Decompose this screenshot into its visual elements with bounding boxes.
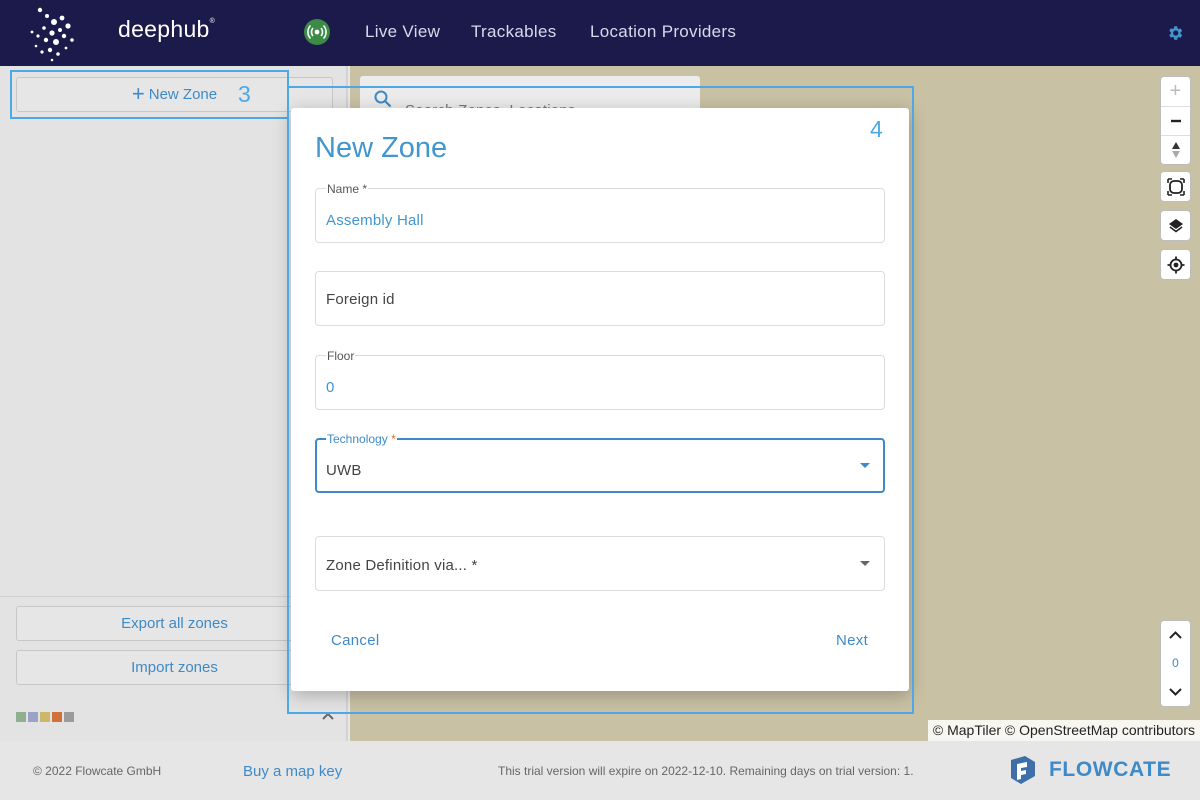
layers-button[interactable]: [1161, 211, 1190, 240]
annotation-number-3: 3: [238, 81, 251, 107]
app-header: deephub® Live View Trackables Location P…: [0, 0, 1200, 66]
fullscreen-button[interactable]: [1161, 172, 1190, 201]
legend-swatch: [52, 712, 62, 722]
trial-notice: This trial version will expire on 2022-1…: [498, 764, 914, 778]
fullscreen-icon: [1166, 177, 1185, 196]
gear-icon[interactable]: [1166, 24, 1184, 42]
app-footer: © 2022 Flowcate GmbH Buy a map key This …: [0, 741, 1200, 800]
annotation-number-4: 4: [870, 116, 883, 142]
compass-icon: [1171, 142, 1180, 158]
zoom-out-button[interactable]: [1161, 106, 1190, 135]
locate-icon: [1167, 256, 1184, 273]
export-zones-button[interactable]: Export all zones: [16, 606, 333, 641]
export-zones-label: Export all zones: [121, 615, 228, 632]
color-legend: [16, 712, 74, 722]
import-zones-label: Import zones: [131, 659, 218, 676]
layers-icon: [1168, 218, 1183, 232]
buy-map-key-link[interactable]: Buy a map key: [243, 763, 342, 780]
floor-up-icon[interactable]: [1161, 621, 1190, 649]
legend-swatch: [16, 712, 26, 722]
minus-icon: [1170, 119, 1181, 123]
zoom-in-button[interactable]: +: [1161, 77, 1190, 106]
locate-control: [1160, 249, 1191, 280]
annotation-box-4: [287, 86, 914, 714]
floor-selector: 0: [1160, 620, 1191, 707]
layers-control: [1160, 210, 1191, 241]
deephub-logo-icon: [30, 7, 74, 62]
legend-swatch: [64, 712, 74, 722]
locate-button[interactable]: [1161, 250, 1190, 279]
nav-live-view[interactable]: Live View: [365, 22, 440, 42]
zoom-controls: +: [1160, 76, 1191, 165]
deephub-logo[interactable]: deephub®: [30, 2, 215, 64]
legend-swatch: [28, 712, 38, 722]
import-zones-button[interactable]: Import zones: [16, 650, 333, 685]
copyright-text: © 2022 Flowcate GmbH: [33, 764, 162, 778]
flowcate-brand: FLOWCATE: [1049, 758, 1172, 781]
floor-value: 0: [1172, 656, 1179, 670]
map-attribution[interactable]: © MapTiler © OpenStreetMap contributors: [927, 720, 1200, 741]
compass-button[interactable]: [1161, 135, 1190, 164]
fullscreen-control: [1160, 171, 1191, 202]
broadcast-icon[interactable]: [304, 19, 330, 45]
nav-location-providers[interactable]: Location Providers: [590, 22, 736, 42]
legend-swatch: [40, 712, 50, 722]
floor-down-icon[interactable]: [1161, 679, 1190, 707]
logo-text: deephub®: [118, 16, 216, 42]
flowcate-logo-icon: [1011, 756, 1035, 784]
nav-trackables[interactable]: Trackables: [471, 22, 557, 42]
